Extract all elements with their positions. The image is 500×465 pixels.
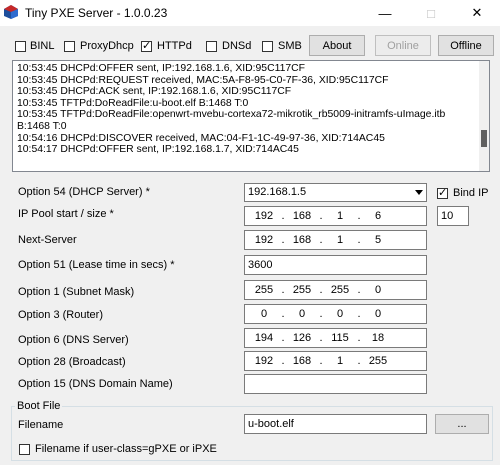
ip-octet: 126 xyxy=(292,332,312,344)
ip-octet: 0 xyxy=(374,284,382,296)
ip-octet: 168 xyxy=(292,234,312,246)
ip-octet: 0 xyxy=(260,308,268,320)
about-button[interactable]: About xyxy=(309,35,365,56)
bind-ip-checkbox[interactable] xyxy=(437,186,448,199)
opt15-label: Option 15 (DNS Domain Name) xyxy=(18,378,173,390)
window-title: Tiny PXE Server - 1.0.0.23 xyxy=(25,6,168,20)
opt3-label: Option 3 (Router) xyxy=(18,309,103,321)
dns-domain-input[interactable] xyxy=(244,374,427,394)
log-line: B:1468 T:0 xyxy=(17,120,67,132)
dns-server-input[interactable]: 194. 126. 115. 18 xyxy=(244,328,427,348)
filename-label: Filename xyxy=(18,419,64,431)
next-server-input[interactable]: 192. 168. 1. 5 xyxy=(244,230,427,250)
userclass-checkbox[interactable] xyxy=(19,444,30,455)
ip-octet: 192 xyxy=(254,355,274,367)
close-button[interactable]: ✕ xyxy=(454,0,500,26)
ip-octet: 115 xyxy=(331,332,349,344)
pool-label: IP Pool start / size * xyxy=(18,208,114,220)
chevron-down-icon xyxy=(415,190,423,195)
lease-time-value: 3600 xyxy=(248,259,273,271)
log-line: 10:53:45 DHCPd:ACK sent, IP:192.168.1.6,… xyxy=(17,86,292,98)
ip-octet: 6 xyxy=(374,210,382,222)
opt54-label: Option 54 (DHCP Server) * xyxy=(18,186,150,198)
maximize-icon: □ xyxy=(427,5,435,21)
app-icon xyxy=(4,5,18,19)
log-line: 10:54:16 DHCPd:DISCOVER received, MAC:04… xyxy=(17,132,385,144)
pool-ip-input[interactable]: 192. 168. 1. 6 xyxy=(244,206,427,226)
ip-octet: 0 xyxy=(298,308,306,320)
log-line: 10:53:45 DHCPd:OFFER sent, IP:192.168.1.… xyxy=(17,63,306,74)
ip-octet: 18 xyxy=(371,332,385,344)
dnsd-label: DNSd xyxy=(222,40,252,52)
log-list: 10:53:45 DHCPd:OFFER sent, IP:192.168.1.… xyxy=(17,63,479,156)
ip-octet: 0 xyxy=(374,308,382,320)
proxydhcp-label: ProxyDhcp xyxy=(80,40,134,52)
filename-value: u-boot.elf xyxy=(248,418,294,430)
ip-octet: 1 xyxy=(336,355,344,367)
ip-octet: 194 xyxy=(254,332,274,344)
ip-octet: 255 xyxy=(368,355,388,367)
log-line: 10:53:45 TFTPd:DoReadFile:openwrt-mvebu-… xyxy=(17,109,446,121)
binl-label: BINL xyxy=(30,40,55,52)
opt6-label: Option 6 (DNS Server) xyxy=(18,334,129,346)
ip-octet: 255 xyxy=(292,284,312,296)
ip-octet: 255 xyxy=(330,284,350,296)
dnsd-checkbox[interactable] xyxy=(206,41,217,52)
ip-octet: 0 xyxy=(336,308,344,320)
router-input[interactable]: 0. 0. 0. 0 xyxy=(244,304,427,324)
ip-octet: 192 xyxy=(254,234,274,246)
httpd-checkbox[interactable] xyxy=(141,39,152,52)
subnet-mask-input[interactable]: 255. 255. 255. 0 xyxy=(244,280,427,300)
opt28-label: Option 28 (Broadcast) xyxy=(18,356,126,368)
ip-octet: 1 xyxy=(336,234,344,246)
bind-ip-label: Bind IP xyxy=(453,187,489,199)
minimize-icon: — xyxy=(378,5,392,21)
dhcp-server-value: 192.168.1.5 xyxy=(248,186,307,198)
ip-octet: 192 xyxy=(254,210,274,222)
broadcast-input[interactable]: 192. 168. 1. 255 xyxy=(244,351,427,371)
offline-button[interactable]: Offline xyxy=(438,35,494,56)
minimize-button[interactable]: — xyxy=(362,0,408,26)
smb-label: SMB xyxy=(278,40,302,52)
proxydhcp-checkbox[interactable] xyxy=(64,41,75,52)
pool-size-input[interactable]: 10 xyxy=(437,206,469,226)
ip-octet: 1 xyxy=(336,210,344,222)
opt51-label: Option 51 (Lease time in secs) * xyxy=(18,259,175,271)
pool-size-value: 10 xyxy=(441,210,454,222)
lease-time-input[interactable]: 3600 xyxy=(244,255,427,275)
log-line: 10:54:17 DHCPd:OFFER sent, IP:192.168.1.… xyxy=(17,144,299,156)
log-line: 10:53:45 DHCPd:REQUEST received, MAC:5A-… xyxy=(17,74,389,86)
log-panel[interactable]: 10:53:45 DHCPd:OFFER sent, IP:192.168.1.… xyxy=(12,60,490,172)
userclass-label: Filename if user-class=gPXE or iPXE xyxy=(35,443,217,455)
httpd-label: HTTPd xyxy=(157,40,192,52)
dhcp-server-select[interactable]: 192.168.1.5 xyxy=(244,183,427,202)
log-line: 10:53:45 TFTPd:DoReadFile:u-boot.elf B:1… xyxy=(17,97,249,109)
opt1-label: Option 1 (Subnet Mask) xyxy=(18,286,135,298)
online-button: Online xyxy=(375,35,431,56)
ip-octet: 5 xyxy=(374,234,382,246)
filename-input[interactable]: u-boot.elf xyxy=(244,414,427,434)
browse-button[interactable]: ... xyxy=(435,414,489,434)
maximize-button: □ xyxy=(408,0,454,26)
scrollbar-thumb[interactable] xyxy=(481,130,487,147)
log-scrollbar[interactable] xyxy=(479,61,489,171)
ip-octet: 168 xyxy=(292,355,312,367)
binl-checkbox[interactable] xyxy=(15,41,26,52)
ip-octet: 255 xyxy=(254,284,274,296)
close-icon: ✕ xyxy=(471,5,483,20)
boot-file-group-title: Boot File xyxy=(15,400,63,412)
smb-checkbox[interactable] xyxy=(262,41,273,52)
next-server-label: Next-Server xyxy=(18,234,77,246)
ip-octet: 168 xyxy=(292,210,312,222)
